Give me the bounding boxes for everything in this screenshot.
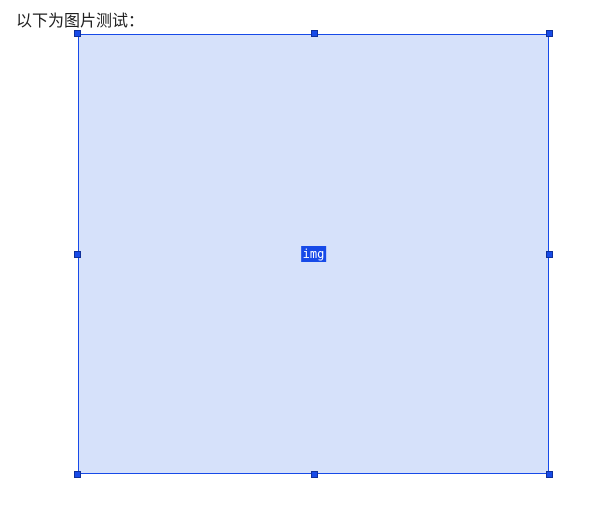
resize-handle-middle-right[interactable] — [546, 251, 553, 258]
resize-handle-top-right[interactable] — [546, 30, 553, 37]
resize-handle-top-left[interactable] — [74, 30, 81, 37]
resize-handle-middle-left[interactable] — [74, 251, 81, 258]
resize-handle-bottom-left[interactable] — [74, 471, 81, 478]
inspector-canvas: img — [74, 30, 553, 478]
heading-text: 以下为图片测试： — [16, 7, 144, 31]
resize-handle-bottom-middle[interactable] — [311, 471, 318, 478]
resize-handle-bottom-right[interactable] — [546, 471, 553, 478]
element-tag-label[interactable]: img — [301, 246, 327, 262]
resize-handle-top-middle[interactable] — [311, 30, 318, 37]
